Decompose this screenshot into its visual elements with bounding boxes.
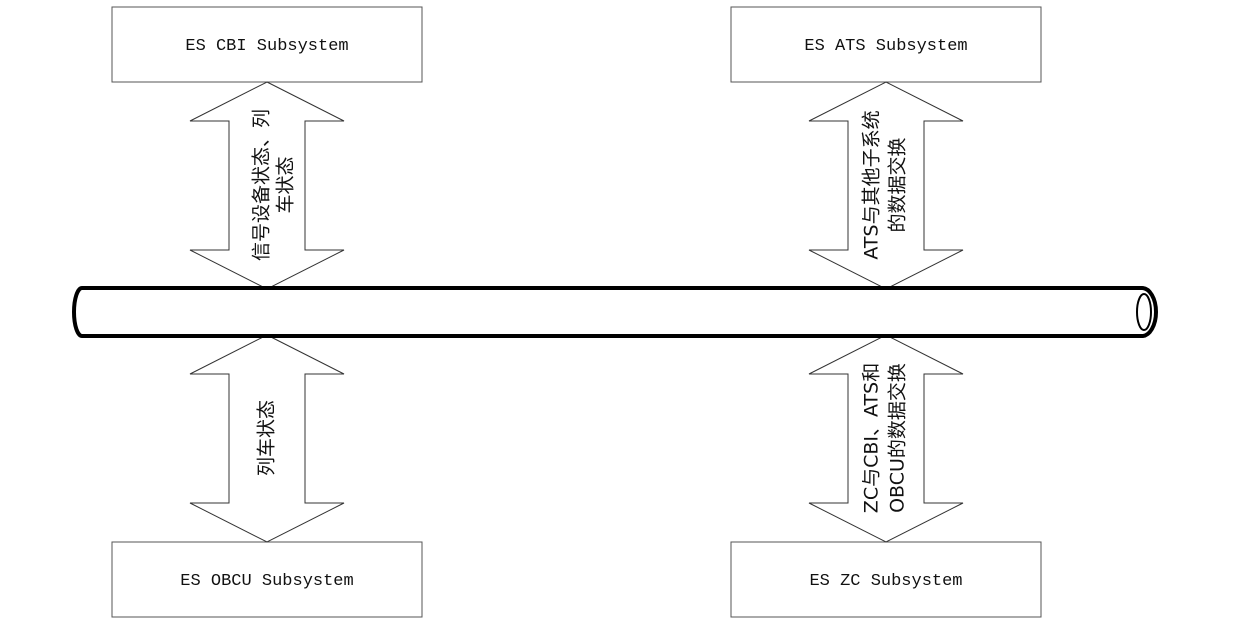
- link-label-cbi-line2: 车状态: [275, 156, 297, 213]
- link-arrow-cbi: 信号设备状态、列 车状态: [189, 81, 345, 290]
- link-label-cbi-line1: 信号设备状态、列: [251, 109, 273, 261]
- link-label-obcu: 列车状态: [256, 400, 278, 476]
- subsystem-box-zc: ES ZC Subsystem: [730, 541, 1042, 618]
- system-architecture-diagram: ES CBI Subsystem ES ATS Subsystem ES OBC…: [72, 6, 1158, 618]
- communication-bus: [72, 286, 1158, 338]
- link-label-zc-line1: ZC与CBI、ATS和: [861, 363, 883, 513]
- subsystem-label-cbi: ES CBI Subsystem: [185, 37, 348, 56]
- bus-pipe-body: [72, 286, 1158, 338]
- link-label-ats-line1: ATS与其他子系统: [861, 110, 883, 259]
- subsystem-label-ats: ES ATS Subsystem: [804, 37, 967, 56]
- subsystem-box-ats: ES ATS Subsystem: [730, 6, 1042, 83]
- subsystem-label-obcu: ES OBCU Subsystem: [180, 572, 353, 591]
- subsystem-label-zc: ES ZC Subsystem: [809, 572, 962, 591]
- bus-pipe-end: [1136, 293, 1152, 331]
- subsystem-box-obcu: ES OBCU Subsystem: [111, 541, 423, 618]
- link-label-zc-line2: OBCU的数据交换: [887, 363, 909, 513]
- link-arrow-zc: ZC与CBI、ATS和 OBCU的数据交换: [808, 334, 964, 543]
- link-label-ats-line2: 的数据交换: [887, 137, 909, 232]
- link-arrow-obcu: 列车状态: [189, 334, 345, 543]
- link-arrow-ats: ATS与其他子系统 的数据交换: [808, 81, 964, 290]
- subsystem-box-cbi: ES CBI Subsystem: [111, 6, 423, 83]
